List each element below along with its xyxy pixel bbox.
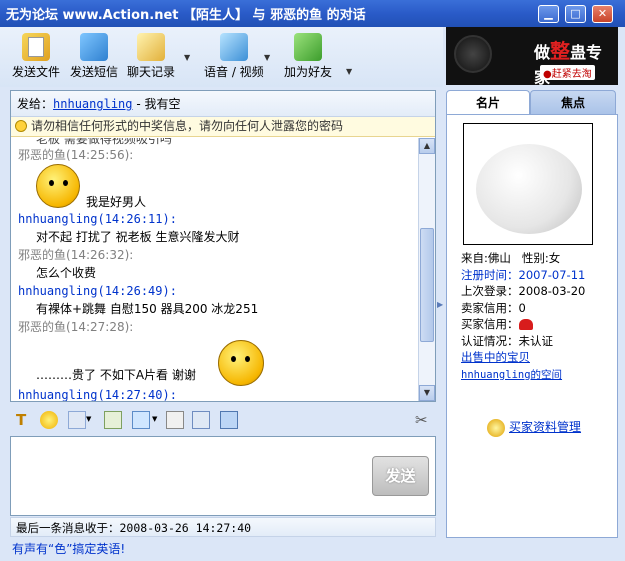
message-header: hnhuangling(14:27:40): [18,388,177,401]
maximize-button[interactable]: □ [565,5,586,23]
tools-icon[interactable]: ✂ [415,411,433,429]
space-link[interactable]: hnhuangling的空间 [461,369,562,381]
user-info: 来自:佛山 性别:女 注册时间：2007-07-11 上次登录：2008-03-… [461,250,617,382]
scene-dropdown-icon[interactable]: ▼ [86,415,94,433]
window-title: 无为论坛 www.Action.net 【陌生人】 与 邪恶的鱼 的对话 [6,8,366,23]
security-warning: 请勿相信任何形式的中奖信息，请勿向任何人泄露您的密码 [11,117,435,137]
chat-scrollbar[interactable]: ▲ ▼ [418,138,435,401]
send-file-button[interactable]: 发送文件 [12,33,60,80]
chat-history-dropdown-icon[interactable]: ▼ [184,53,190,62]
heart-icon [518,319,533,330]
voice-video-label: 语音 / 视频 [204,65,264,79]
card-body: 来自:佛山 性别:女 注册时间：2007-07-11 上次登录：2008-03-… [446,114,618,538]
message-header: 邪恶的鱼(14:27:28): [18,320,134,334]
tab-focus[interactable]: 焦点 [530,90,616,115]
message-header: hnhuangling(14:26:49): [18,284,177,298]
ad-banner[interactable]: 做整蛊专家 ●赶紧去淘 [446,27,618,85]
bulb-icon [15,120,27,132]
clock-icon [137,33,165,61]
message-body: 对不起 打扰了 祝老板 生意兴隆发大财 [36,230,240,244]
sweat-smiley-icon [36,164,80,208]
scroll-down-icon[interactable]: ▼ [419,385,435,401]
info-row: 认证情况：未认证 [461,333,553,348]
message-header: 邪恶的鱼(14:26:32): [18,248,134,262]
send-sms-icon [80,33,108,61]
promo-link[interactable]: 有声有“色”搞定英语! [12,540,125,557]
default-avatar-icon [476,144,582,234]
message-body: 有裸体+跳舞 自慰150 器具200 冰龙251 [36,302,259,316]
scene-icon[interactable] [68,411,86,429]
emoticon-icon[interactable] [40,411,58,429]
send-sms-button[interactable]: 发送短信 [70,33,118,80]
send-to-user-link[interactable]: hnhuangling [53,97,132,111]
contact-card-icon[interactable] [192,411,210,429]
on-sale-link[interactable]: 出售中的宝贝 [461,350,530,364]
image-dropdown-icon[interactable]: ▼ [152,415,160,433]
chat-history-button[interactable]: 聊天记录 [127,33,175,80]
last-message-label: 最后一条消息收于： [16,521,120,535]
send-to-bar: 发给：hnhuangling - 我有空 [11,91,435,117]
message-header: 邪恶的鱼(14:25:56): [18,148,134,162]
last-message-time: 2008-03-26 14:27:40 [119,521,252,535]
collapse-panel-icon[interactable]: ▶ [437,300,443,320]
title-bar: 无为论坛 www.Action.net 【陌生人】 与 邪恶的鱼 的对话 ▁ □… [0,0,625,27]
minimize-button[interactable]: ▁ [538,5,559,23]
send-file-label: 发送文件 [12,65,61,79]
toolbar: 发送文件 发送短信 聊天记录 ▼ 语音 / 视频 ▼ 加为好友 ▼ [0,27,443,87]
voice-video-icon [219,33,248,61]
info-row: 买家信用： [461,316,617,333]
add-friend-label: 加为好友 [284,65,333,79]
voice-video-dropdown-icon[interactable]: ▼ [264,53,270,62]
message-body: ………贵了 不如下A片看 谢谢 [18,336,419,386]
voice-video-button[interactable]: 语音 / 视频 [204,33,264,80]
send-button[interactable]: 发送 [372,456,429,496]
calculator-icon[interactable] [166,411,184,429]
chat-history-label: 聊天记录 [127,65,176,79]
warning-text: 请勿相信任何形式的中奖信息，请勿向任何人泄露您的密码 [31,119,344,133]
edit-icon[interactable] [104,411,122,429]
format-toolbar: T ▼ ▼ ✂ [12,408,432,432]
info-row: 来自:佛山 性别:女 [461,251,561,265]
message-body: 怎么个收费 [36,266,97,280]
message-body: 我是好男人 [18,164,419,210]
send-sms-label: 发送短信 [70,65,119,79]
info-row: 卖家信用：0 [461,300,526,315]
status-bar: 最后一条消息收于：2008-03-26 14:27:40 [10,517,436,537]
add-friend-button[interactable]: 加为好友 [284,33,332,80]
tab-card[interactable]: 名片 [446,90,530,115]
font-icon[interactable]: T [16,411,34,429]
info-row: 上次登录：2008-03-20 [461,284,586,298]
dizzy-smiley-icon [218,340,264,386]
chat-panel: 发给：hnhuangling - 我有空 请勿相信任何形式的中奖信息，请勿向任何… [10,90,436,402]
side-panel: 名片 焦点 来自:佛山 性别:女 注册时间：2007-07-11 上次登录：20… [446,90,618,538]
message-list: 老板 需要做得视频吸引吗 邪恶的鱼(14:25:56): 我是好男人 hnhua… [11,138,419,401]
partial-message: 老板 需要做得视频吸引吗 [36,138,172,146]
spider-icon [454,35,492,73]
send-to-status: - 我有空 [132,97,181,111]
more-tools-icon[interactable]: ▼ [346,67,352,76]
avatar [463,123,593,245]
scroll-thumb[interactable] [420,228,434,342]
send-to-label: 发给： [17,97,54,111]
image-icon[interactable] [132,411,150,429]
message-header: hnhuangling(14:26:11): [18,212,177,226]
scroll-up-icon[interactable]: ▲ [419,138,435,154]
ad-tag: ●赶紧去淘 [540,65,595,80]
info-row: 注册时间：2007-07-11 [461,267,586,282]
buyer-profile-icon [487,418,505,437]
add-friend-icon [294,33,322,61]
send-file-icon [22,33,50,61]
buyer-profile-link[interactable]: 买家资料管理 [487,418,581,437]
notebook-icon[interactable] [220,411,238,429]
close-button[interactable]: ✕ [592,5,613,23]
